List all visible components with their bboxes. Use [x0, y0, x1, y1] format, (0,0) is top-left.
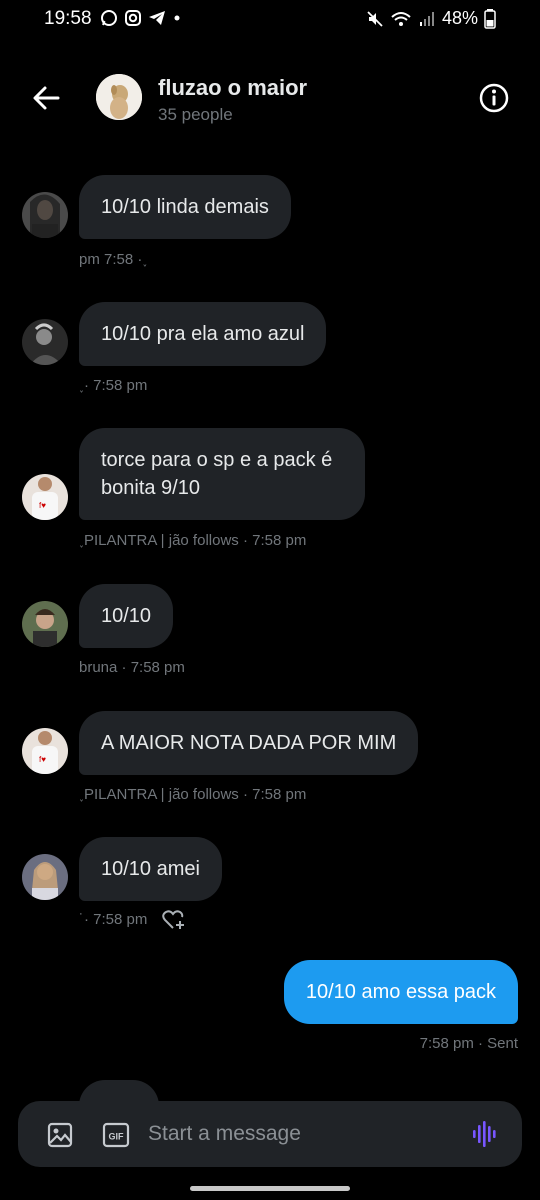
message-meta: ˙· 7:58 pm: [79, 909, 186, 931]
back-arrow-icon[interactable]: [28, 80, 64, 116]
group-avatar[interactable]: [96, 74, 142, 120]
telegram-icon: [149, 11, 165, 25]
message-bubble[interactable]: torce para o sp e a pack é bonita 9/10: [79, 428, 365, 520]
info-icon[interactable]: [478, 82, 510, 114]
sender-photo: f♥: [22, 728, 68, 774]
wifi-icon: [391, 11, 411, 26]
sender-avatar[interactable]: [22, 601, 68, 647]
battery-percentage: 48%: [441, 8, 478, 28]
notification-icons: [100, 9, 182, 27]
group-name[interactable]: fluzao o maior: [158, 75, 307, 101]
dog-photo: [96, 74, 142, 120]
svg-text:f♥: f♥: [39, 755, 46, 764]
home-indicator[interactable]: [190, 1186, 350, 1191]
message-bubble[interactable]: 10/10 amei: [79, 837, 222, 901]
dot-icon: [174, 15, 180, 21]
message-bubble[interactable]: 10/10 linda demais: [79, 175, 291, 239]
message-meta: ˯· 7:58 pm: [79, 377, 148, 394]
sent-message-meta: 7:58 pm · Sent: [419, 1035, 518, 1052]
gif-icon[interactable]: GIF: [102, 1121, 130, 1149]
voice-message-icon[interactable]: [470, 1119, 500, 1149]
whatsapp-icon: [101, 10, 117, 26]
sender-avatar[interactable]: [22, 854, 68, 900]
image-icon[interactable]: [46, 1121, 74, 1149]
svg-text:f♥: f♥: [39, 501, 46, 510]
message-meta: pm 7:58 ·˯: [79, 251, 148, 268]
conversation-header: fluzao o maior 35 people: [0, 60, 540, 140]
message-meta-text: ˙· 7:58 pm: [79, 910, 148, 928]
message-bubble[interactable]: 10/10: [79, 584, 174, 648]
sender-avatar[interactable]: [22, 319, 68, 365]
sender-photo: [22, 319, 68, 365]
message-bubble[interactable]: A MAIOR NOTA DADA POR MIM: [79, 711, 419, 775]
gif-label: GIF: [109, 1132, 125, 1142]
message-composer: GIF: [18, 1101, 522, 1167]
system-icons: 48%: [366, 8, 496, 29]
message-meta: ˯PILANTRA | jão follows · 7:58 pm: [79, 532, 307, 549]
status-bar: 19:58 48%: [0, 0, 540, 40]
battery-icon: [484, 8, 496, 29]
sender-photo: [22, 854, 68, 900]
member-count[interactable]: 35 people: [158, 105, 233, 125]
status-time: 19:58: [44, 8, 92, 29]
signal-icon: [419, 11, 434, 26]
sent-message-bubble[interactable]: 10/10 amo essa pack: [283, 960, 518, 1024]
message-meta: ˯PILANTRA | jão follows · 7:58 pm: [79, 786, 307, 803]
sender-avatar[interactable]: f♥: [22, 728, 68, 774]
message-thread[interactable]: 10/10 linda demais pm 7:58 ·˯ 10/10 pra …: [0, 150, 540, 1110]
message-meta: bruna · 7:58 pm: [79, 659, 185, 676]
instagram-icon: [125, 10, 141, 26]
sender-photo: f♥: [22, 474, 68, 520]
mute-icon: [367, 10, 383, 27]
add-reaction-icon[interactable]: [161, 909, 186, 931]
sender-photo: [22, 192, 68, 238]
message-bubble[interactable]: 10/10 pra ela amo azul: [79, 302, 327, 366]
sender-avatar[interactable]: f♥: [22, 474, 68, 520]
sender-photo: [22, 601, 68, 647]
sender-avatar[interactable]: [22, 192, 68, 238]
message-input[interactable]: [148, 1101, 448, 1167]
